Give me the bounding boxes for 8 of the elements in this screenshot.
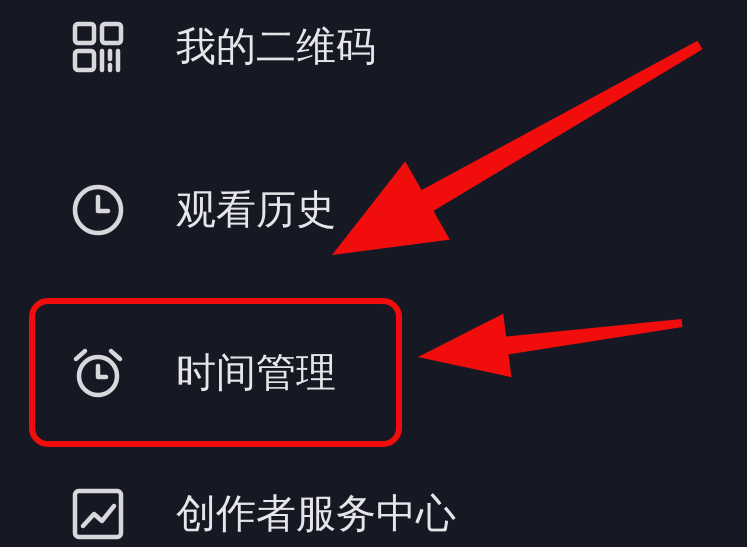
chart-icon — [72, 488, 124, 540]
clock-icon — [72, 184, 124, 236]
qr-code-icon — [72, 21, 124, 73]
menu-item-label[interactable]: 创作者服务中心 — [176, 494, 456, 534]
menu-item-label[interactable]: 时间管理 — [176, 353, 336, 393]
menu-item-label[interactable]: 观看历史 — [176, 190, 336, 230]
alarm-clock-icon — [72, 347, 124, 399]
menu-item-label[interactable]: 我的二维码 — [176, 27, 376, 67]
